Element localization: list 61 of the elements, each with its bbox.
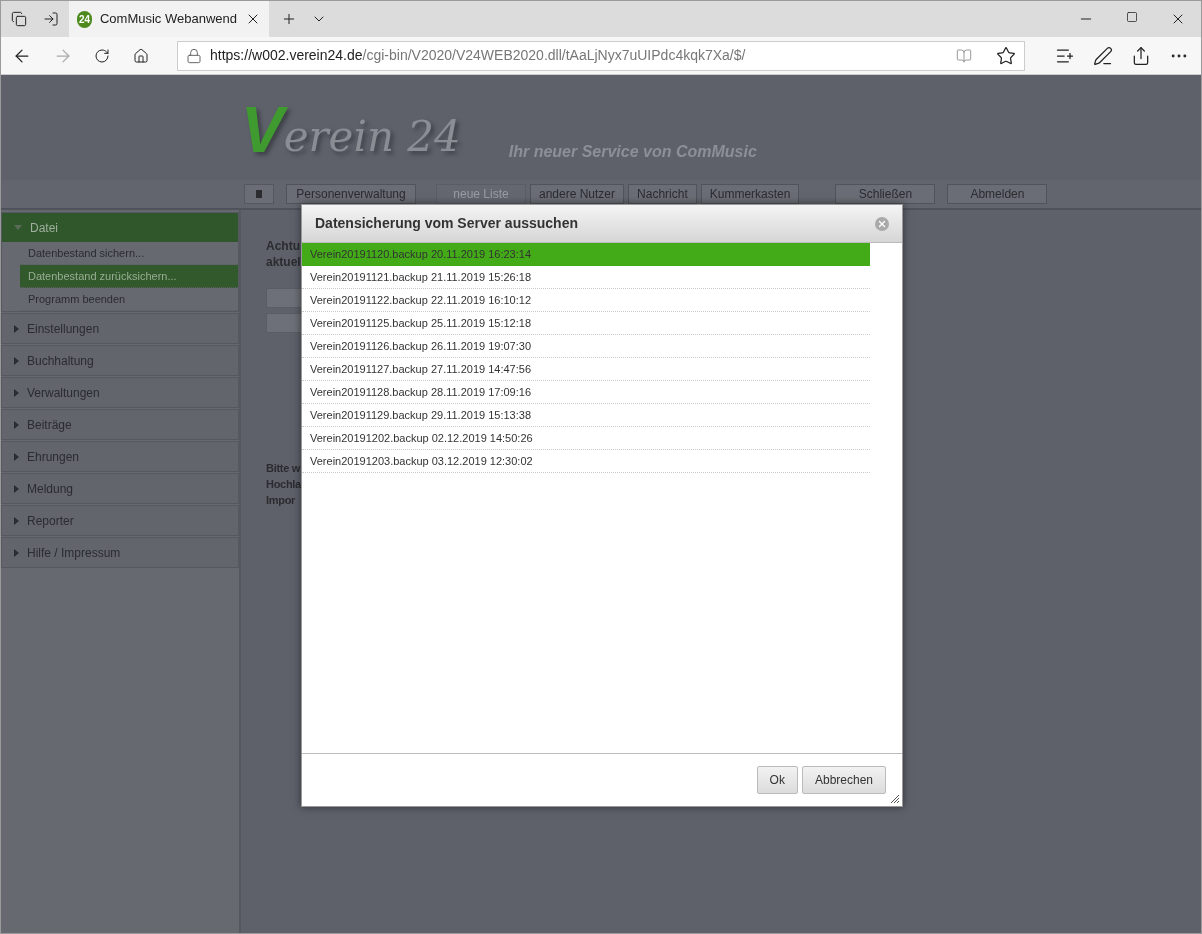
menu-toggle-button[interactable] [244, 184, 274, 204]
toolbar-button[interactable]: andere Nutzer [530, 184, 625, 204]
backup-row[interactable]: Verein20191121.backup 21.11.2019 15:26:18 [302, 266, 870, 289]
home-icon[interactable] [133, 47, 149, 64]
favorite-icon[interactable] [996, 45, 1016, 66]
url-text: https://w002.verein24.de/cgi-bin/V2020/V24WEB2020.dll/tAaLjNyx7uUIPdc4kqk7Xa/$/ [210, 46, 746, 65]
backup-row[interactable]: Verein20191129.backup 29.11.2019 15:13:38 [302, 404, 870, 427]
sidebar-group[interactable]: Verwaltungen [2, 378, 238, 407]
backup-row[interactable]: Verein20191126.backup 26.11.2019 19:07:30 [302, 335, 870, 358]
sidebar-group[interactable]: Ehrungen [2, 442, 238, 471]
backup-row[interactable]: Verein20191122.backup 22.11.2019 16:10:12 [302, 289, 870, 312]
caret-icon [14, 225, 22, 230]
caret-icon [14, 420, 19, 429]
sidebar-item[interactable]: Datenbestand zurücksichern... [20, 265, 238, 288]
dialog-button[interactable]: Ok [756, 766, 798, 794]
caret-icon [14, 548, 19, 557]
warning-text: aktuel [266, 254, 301, 270]
backup-row[interactable]: Verein20191127.backup 27.11.2019 14:47:56 [302, 358, 870, 381]
tab-title: ComMusic Webanwend [99, 10, 237, 29]
lock-icon [186, 47, 202, 64]
resize-grip-icon[interactable] [890, 794, 900, 804]
backup-row[interactable]: Verein20191202.backup 02.12.2019 14:50:26 [302, 427, 870, 450]
pen-icon[interactable] [1093, 45, 1113, 66]
sidebar-group[interactable]: Reporter [2, 506, 238, 535]
instruction-text: Impor [266, 493, 296, 508]
toolbar-button[interactable]: Schließen [835, 184, 936, 204]
backup-row[interactable]: Verein20191125.backup 25.11.2019 15:12:18 [302, 312, 870, 335]
caret-icon [14, 388, 19, 397]
share-icon[interactable] [1131, 45, 1151, 66]
address-field[interactable]: https://w002.verein24.de/cgi-bin/V2020/V24WEB2020.dll/tAaLjNyx7uUIPdc4kqk7Xa/$/ [177, 40, 1025, 71]
caret-icon [14, 324, 19, 333]
refresh-icon[interactable] [94, 47, 110, 64]
maximize-icon[interactable] [1126, 11, 1138, 23]
instruction-text: Bitte w [266, 461, 300, 476]
caret-icon [14, 356, 19, 365]
backup-row[interactable]: Verein20191203.backup 03.12.2019 12:30:02 [302, 450, 870, 473]
backup-row[interactable]: Verein20191120.backup 20.11.2019 16:23:14 [302, 243, 870, 266]
sidebar-item[interactable]: Programm beenden [20, 288, 238, 311]
caret-icon [14, 484, 19, 493]
instruction-text: Hochla [266, 477, 301, 492]
sidebar-group[interactable]: Hilfe / Impressum [2, 538, 238, 567]
tabs-icon[interactable] [11, 11, 27, 27]
caret-icon [14, 452, 19, 461]
sidebar-group[interactable]: Buchhaltung [2, 346, 238, 375]
dialog-button[interactable]: Abbrechen [801, 766, 886, 794]
dialog-title: Datensicherung vom Server aussuchen [315, 214, 578, 233]
sidebar-group[interactable]: Datei [2, 213, 238, 242]
favicon: 24 [77, 10, 92, 28]
toolbar-button[interactable]: Abmelden [947, 184, 1048, 204]
set-aside-tabs-icon[interactable] [43, 11, 59, 27]
new-tab-icon[interactable] [281, 11, 297, 27]
toolbar-button[interactable]: Kummerkasten [700, 184, 800, 204]
sidebar-group[interactable]: Meldung [2, 474, 238, 503]
warning-text: Achtu [266, 238, 300, 254]
sidebar-group[interactable]: Beiträge [2, 410, 238, 439]
backup-row[interactable]: Verein20191128.backup 28.11.2019 17:09:16 [302, 381, 870, 404]
browser-tab[interactable]: 24 ComMusic Webanwend [69, 1, 269, 37]
caret-icon [14, 516, 19, 525]
toolbar-button[interactable]: Nachricht [628, 184, 697, 204]
sidebar-group[interactable]: Einstellungen [2, 314, 238, 343]
toolbar-button[interactable]: Personenverwaltung [286, 184, 416, 204]
